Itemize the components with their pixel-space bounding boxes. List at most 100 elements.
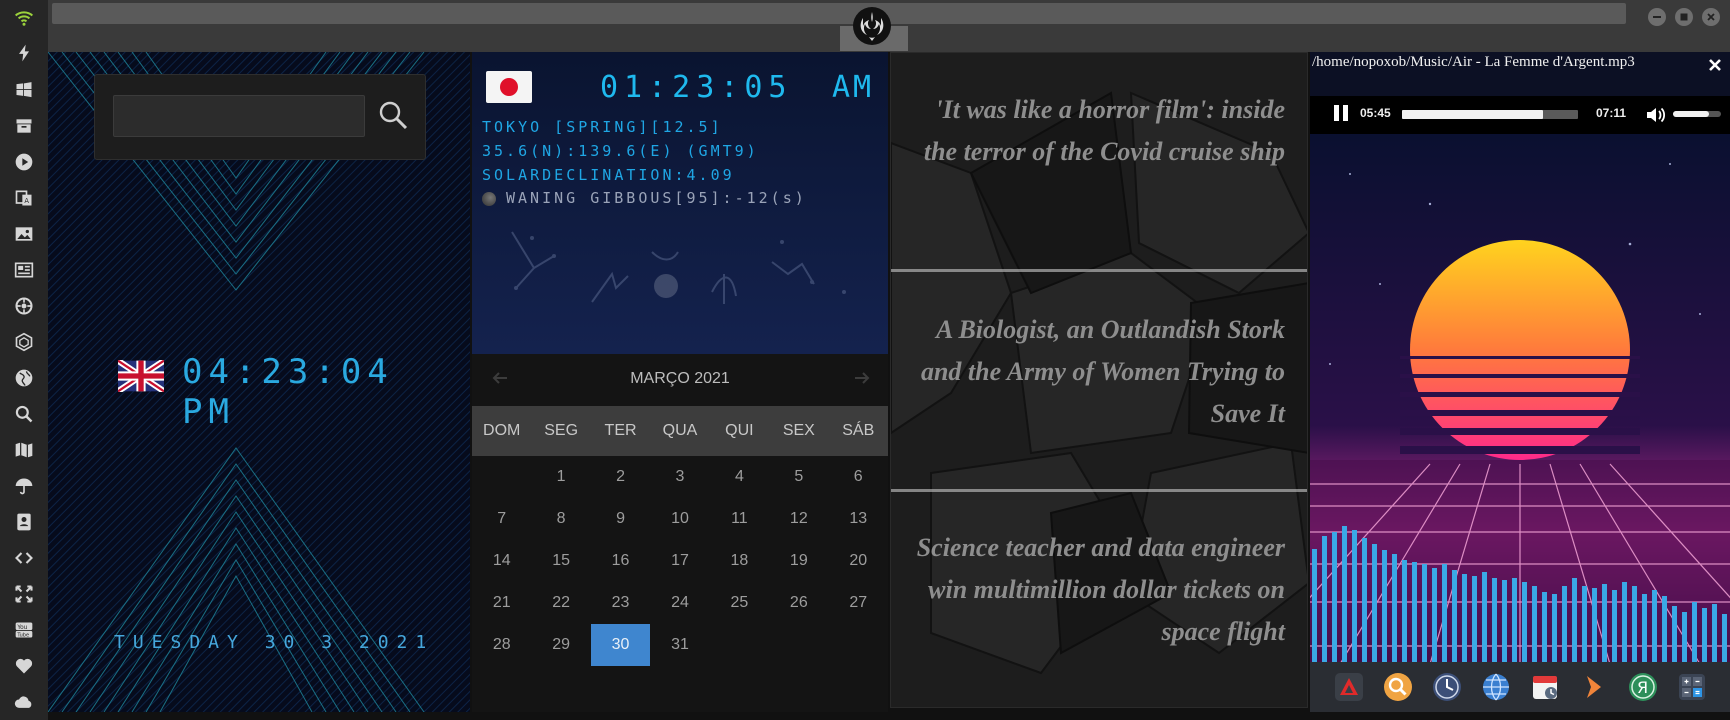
- calendar-day[interactable]: 7: [472, 498, 531, 540]
- music-player: /home/nopoxob/Music/Air - La Femme d'Arg…: [1310, 52, 1730, 712]
- archive-icon[interactable]: [12, 114, 36, 138]
- calendar-day[interactable]: 21: [472, 582, 531, 624]
- close-button[interactable]: [1702, 8, 1720, 26]
- wifi-icon[interactable]: [12, 6, 36, 30]
- seek-bar-fill: [1402, 110, 1543, 119]
- calendar-day[interactable]: 1: [531, 456, 590, 498]
- local-time: 04:23:04 PM: [182, 352, 394, 432]
- calendar-icon[interactable]: [1528, 670, 1562, 704]
- cloud-icon[interactable]: [12, 690, 36, 714]
- calendar-day[interactable]: 13: [829, 498, 888, 540]
- map-icon[interactable]: [12, 438, 36, 462]
- calendar-day[interactable]: 12: [769, 498, 828, 540]
- japan-flag-icon: [486, 71, 532, 103]
- calendar-day[interactable]: 10: [650, 498, 709, 540]
- calendar-day[interactable]: 24: [650, 582, 709, 624]
- image-icon[interactable]: [12, 222, 36, 246]
- hexagon-icon[interactable]: [12, 330, 36, 354]
- left-sidebar: A You Tube: [0, 0, 48, 720]
- news-headline[interactable]: A Biologist, an Outlandish Stork and the…: [905, 309, 1285, 435]
- svg-text:A: A: [24, 197, 29, 205]
- calendar-day[interactable]: 28: [472, 624, 531, 666]
- windows-icon[interactable]: [12, 78, 36, 102]
- weekday-header: DOM SEG TER QUA QUI SEX SÁB: [472, 406, 888, 456]
- calendar-day[interactable]: 6: [829, 456, 888, 498]
- calendar-week: 21 22 23 24 25 26 27: [472, 582, 888, 624]
- news-headline[interactable]: Science teacher and data engineer win mu…: [905, 527, 1285, 653]
- calendar-day[interactable]: 5: [769, 456, 828, 498]
- calendar-day[interactable]: 15: [531, 540, 590, 582]
- calendar-day[interactable]: 17: [650, 540, 709, 582]
- search-icon[interactable]: [12, 402, 36, 426]
- yandex-icon[interactable]: Я: [1626, 670, 1660, 704]
- calendar-day[interactable]: 25: [710, 582, 769, 624]
- news-divider: [891, 489, 1307, 492]
- svg-text:Tube: Tube: [16, 632, 29, 638]
- volume-slider[interactable]: [1673, 111, 1721, 117]
- forward-icon[interactable]: [1577, 670, 1611, 704]
- next-month-icon[interactable]: [852, 368, 872, 388]
- album-art: [1310, 134, 1730, 664]
- calendar-day[interactable]: 22: [531, 582, 590, 624]
- calendar-day: [710, 624, 769, 666]
- search-input[interactable]: [113, 95, 365, 137]
- tokyo-time: 01:23:05: [600, 70, 793, 105]
- top-drag-bar[interactable]: [52, 3, 1626, 24]
- search-icon[interactable]: [377, 99, 409, 131]
- maximize-button[interactable]: [1675, 8, 1693, 26]
- contacts-icon[interactable]: [12, 510, 36, 534]
- calendar-day[interactable]: 14: [472, 540, 531, 582]
- calendar-day: [829, 624, 888, 666]
- globe-icon[interactable]: [1479, 670, 1513, 704]
- calendar-day[interactable]: 8: [531, 498, 590, 540]
- calendar-day[interactable]: 2: [591, 456, 650, 498]
- calendar-week: 28 29 30 31: [472, 624, 888, 666]
- app-launcher-icon[interactable]: [1332, 670, 1366, 704]
- calculator-icon[interactable]: [1675, 670, 1709, 704]
- calendar-day[interactable]: 3: [650, 456, 709, 498]
- translate-icon[interactable]: A: [12, 186, 36, 210]
- elapsed-time: 05:45: [1360, 106, 1391, 120]
- minimize-button[interactable]: [1648, 8, 1666, 26]
- date-text: TUESDAY 30 3 2021: [114, 632, 435, 653]
- newspaper-icon[interactable]: [12, 258, 36, 282]
- flash-icon[interactable]: [12, 41, 36, 65]
- calendar-day[interactable]: 27: [829, 582, 888, 624]
- clock-icon[interactable]: [1430, 670, 1464, 704]
- calendar-day[interactable]: 20: [829, 540, 888, 582]
- close-icon[interactable]: [1706, 56, 1724, 74]
- tokyo-ampm: AM: [832, 70, 875, 105]
- umbrella-icon[interactable]: [12, 474, 36, 498]
- settings-icon[interactable]: [12, 294, 36, 318]
- pause-icon[interactable]: [1330, 102, 1352, 124]
- play-icon[interactable]: [12, 150, 36, 174]
- calendar-week: 7 8 9 10 11 12 13: [472, 498, 888, 540]
- calendar-day[interactable]: 26: [769, 582, 828, 624]
- volume-icon[interactable]: [1644, 104, 1666, 126]
- calendar-day[interactable]: 29: [531, 624, 590, 666]
- calendar-day[interactable]: 11: [710, 498, 769, 540]
- solar-declination: SOLARDECLINATION:4.09: [482, 166, 735, 184]
- calendar-day[interactable]: 18: [710, 540, 769, 582]
- weekday-label: SÁB: [842, 422, 875, 439]
- news-headline[interactable]: 'It was like a horror film': inside the …: [905, 89, 1285, 173]
- svg-text:You: You: [16, 625, 27, 631]
- calendar-day[interactable]: 16: [591, 540, 650, 582]
- weekday-label: SEX: [782, 422, 815, 439]
- code-icon[interactable]: [12, 546, 36, 570]
- seek-bar[interactable]: [1402, 110, 1578, 119]
- calendar-day[interactable]: 4: [710, 456, 769, 498]
- calendar-day-today[interactable]: 30: [590, 624, 651, 666]
- calendar-day[interactable]: 23: [591, 582, 650, 624]
- heart-icon[interactable]: [12, 654, 36, 678]
- rebel-alliance-icon[interactable]: [852, 6, 892, 46]
- calendar-grid: 1 2 3 4 5 6 7 8 9 10 11 12 13 14 15 16 1…: [472, 456, 888, 666]
- magnifier-icon[interactable]: [1381, 670, 1415, 704]
- globe-icon[interactable]: [12, 366, 36, 390]
- calendar-day[interactable]: 19: [769, 540, 828, 582]
- calendar-day[interactable]: 31: [650, 624, 709, 666]
- calendar-day[interactable]: 9: [591, 498, 650, 540]
- youtube-icon[interactable]: You Tube: [12, 618, 36, 642]
- expand-icon[interactable]: [12, 582, 36, 606]
- total-time: 07:11: [1596, 106, 1627, 120]
